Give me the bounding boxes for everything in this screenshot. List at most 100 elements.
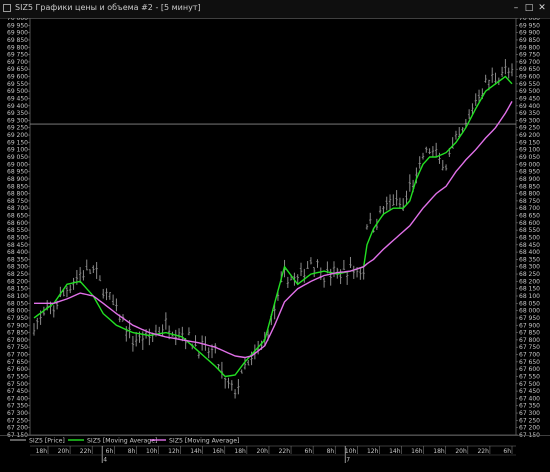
y-tick-label-right: 68 850 (519, 183, 540, 190)
y-tick-label-right: 67 650 (519, 359, 540, 366)
y-tick-label-right: 68 250 (519, 271, 540, 278)
y-tick-label-left: 67 300 (7, 410, 28, 417)
y-tick-label-left: 68 250 (7, 271, 28, 278)
y-tick-label-left: 69 050 (7, 154, 28, 161)
minimize-button[interactable]: – (510, 3, 522, 14)
y-tick-label-left: 69 700 (7, 59, 28, 66)
y-tick-label-right: 69 700 (519, 59, 540, 66)
y-tick-label-right: 68 350 (519, 256, 540, 263)
y-tick-label-right: 69 500 (519, 88, 540, 95)
y-tick-label-left: 69 750 (7, 52, 28, 59)
y-tick-label-left: 68 100 (7, 293, 28, 300)
x-tick-label: 6h (305, 448, 313, 455)
y-tick-label-right: 68 650 (519, 213, 540, 220)
y-tick-label-left: 67 950 (7, 315, 28, 322)
y-tick-label-left: 69 950 (7, 22, 28, 29)
y-tick-label-left: 67 600 (7, 366, 28, 373)
y-tick-label-left: 69 800 (7, 44, 28, 51)
moving-average-line-pink (34, 101, 513, 359)
y-tick-label-right: 68 100 (519, 293, 540, 300)
maximize-button[interactable]: □ (523, 3, 535, 14)
x-tick-label: 6h (106, 448, 114, 455)
y-tick-label-right: 67 300 (519, 410, 540, 417)
y-tick-label-right: 68 500 (519, 234, 540, 241)
y-tick-label-left: 67 700 (7, 352, 28, 359)
y-tick-label-right: 68 600 (519, 220, 540, 227)
y-tick-label-right: 67 750 (519, 344, 540, 351)
x-tick-label: 18h (36, 448, 48, 455)
y-tick-label-left: 69 150 (7, 139, 28, 146)
y-tick-label-right: 69 900 (519, 30, 540, 37)
y-tick-label-left: 67 900 (7, 322, 28, 329)
x-tick-label: 6h (503, 448, 511, 455)
close-button[interactable]: ✕ (536, 3, 548, 14)
price-chart[interactable]: 70 000 70 00069 950 69 95069 900 69 90069 8… (0, 18, 550, 472)
x-tick-label: 20h (455, 448, 467, 455)
y-tick-label-right: 67 350 (519, 403, 540, 410)
window-icon (3, 4, 11, 12)
x-tick-label: 22h (279, 448, 291, 455)
y-tick-label-left: 69 000 (7, 161, 28, 168)
y-tick-label-right: 69 550 (519, 81, 540, 88)
y-tick-label-left: 67 800 (7, 337, 28, 344)
y-tick-label-left: 67 550 (7, 373, 28, 380)
day-marker-label: 4 (103, 457, 107, 464)
x-tick-label: 16h (411, 448, 423, 455)
y-tick-label-left: 69 550 (7, 81, 28, 88)
y-tick-label-right: 68 200 (519, 278, 540, 285)
legend-label: SIZ5 [Moving Average] (87, 438, 157, 445)
y-tick-label-left: 69 650 (7, 66, 28, 73)
day-marker-label: 7 (346, 457, 350, 464)
y-tick-label-left: 68 150 (7, 286, 28, 293)
y-tick-label-right: 69 200 (519, 132, 540, 139)
y-tick-label-left: 67 250 (7, 417, 28, 424)
y-tick-label-left: 69 100 (7, 147, 28, 154)
y-tick-label-right: 67 600 (519, 366, 540, 373)
y-tick-label-left: 68 300 (7, 264, 28, 271)
y-tick-label-right: 69 950 (519, 22, 540, 29)
y-tick-label-right: 68 300 (519, 264, 540, 271)
y-tick-label-left: 67 500 (7, 381, 28, 388)
y-tick-label-right: 69 400 (519, 103, 540, 110)
title-bar: SIZ5 Графики цены и объема #2 - [5 минут… (0, 0, 550, 19)
x-tick-label: 14h (389, 448, 401, 455)
y-tick-label-left: 68 950 (7, 169, 28, 176)
y-tick-label-right: 67 550 (519, 373, 540, 380)
plot-border (29, 18, 517, 436)
y-tick-label-right: 67 800 (519, 337, 540, 344)
y-tick-label-right: 69 650 (519, 66, 540, 73)
x-tick-label: 12h (367, 448, 379, 455)
y-tick-label-right: 69 750 (519, 52, 540, 59)
y-tick-label-left: 68 750 (7, 198, 28, 205)
y-tick-label-left: 69 500 (7, 88, 28, 95)
y-tick-label-right: 67 500 (519, 381, 540, 388)
y-tick-label-left: 67 650 (7, 359, 28, 366)
y-tick-label-right: 67 900 (519, 322, 540, 329)
legend-label: SIZ5 [Moving Average] (169, 438, 239, 445)
y-tick-label-right: 69 150 (519, 139, 540, 146)
x-tick-label: 8h (128, 448, 136, 455)
y-tick-label-right: 69 050 (519, 154, 540, 161)
y-tick-label-right: 68 700 (519, 205, 540, 212)
y-tick-label-left: 69 900 (7, 30, 28, 37)
chart-window: SIZ5 Графики цены и объема #2 - [5 минут… (0, 0, 550, 472)
y-tick-label-right: 67 700 (519, 352, 540, 359)
y-tick-label-left: 68 850 (7, 183, 28, 190)
x-tick-label: 22h (80, 448, 92, 455)
y-tick-label-right: 68 950 (519, 169, 540, 176)
x-tick-label: 16h (212, 448, 224, 455)
y-tick-label-right: 68 750 (519, 198, 540, 205)
y-tick-label-right: 68 450 (519, 242, 540, 249)
y-tick-label-left: 68 600 (7, 220, 28, 227)
y-tick-label-right: 69 350 (519, 110, 540, 117)
y-tick-label-right: 67 850 (519, 330, 540, 337)
y-tick-label-right: 68 150 (519, 286, 540, 293)
y-tick-label-right: 68 050 (519, 300, 540, 307)
y-tick-label-right: 68 800 (519, 191, 540, 198)
y-tick-label-left: 68 050 (7, 300, 28, 307)
y-tick-label-right: 68 550 (519, 227, 540, 234)
x-tick-label: 14h (190, 448, 202, 455)
x-tick-label: 18h (433, 448, 445, 455)
y-tick-label-right: 67 450 (519, 388, 540, 395)
y-tick-label-left: 69 200 (7, 132, 28, 139)
